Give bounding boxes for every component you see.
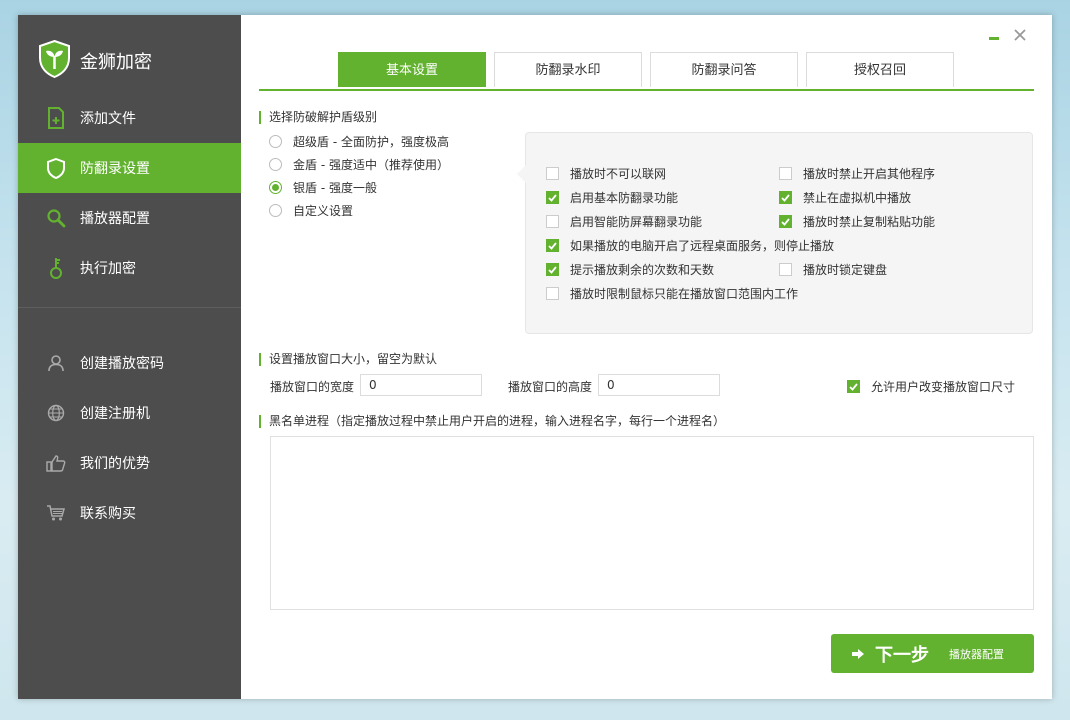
main-content: 基本设置 防翻录水印 防翻录问答 授权召回 选择防破解护盾级别 超级盾 - 全面…	[241, 15, 1052, 699]
add-file-icon	[45, 107, 67, 129]
search-icon	[45, 207, 67, 229]
close-button[interactable]	[1012, 27, 1028, 43]
radio-gold-shield[interactable]: 金盾 - 强度适中（推荐使用）	[269, 156, 449, 173]
checkbox-forbid-vm[interactable]: 禁止在虚拟机中播放	[779, 189, 911, 206]
sidebar-item-anti-record-settings[interactable]: 防翻录设置	[18, 143, 241, 193]
protection-options-panel: 播放时不可以联网 播放时禁止开启其他程序 启用基本防翻录功能 禁止在虚拟机中播放…	[517, 132, 1033, 334]
sidebar-item-label: 执行加密	[80, 261, 136, 277]
checkbox-smart-anti-screen[interactable]: 启用智能防屏幕翻录功能	[546, 213, 702, 230]
sidebar-item-label: 联系购买	[80, 506, 136, 522]
tab-license-recall[interactable]: 授权召回	[806, 52, 954, 87]
shield-section-title: 选择防破解护盾级别	[259, 111, 377, 124]
sidebar-item-label: 我们的优势	[80, 456, 150, 472]
checkbox-show-remaining[interactable]: 提示播放剩余的次数和天数	[546, 261, 714, 278]
checkbox-label: 如果播放的电脑开启了远程桌面服务，则停止播放	[570, 239, 835, 253]
checkbox-label: 播放时禁止复制粘贴功能	[803, 215, 936, 229]
sidebar-item-add-file[interactable]: 添加文件	[18, 93, 241, 143]
radio-label: 超级盾 - 全面防护，强度极高	[293, 135, 449, 149]
sidebar-item-label: 创建播放密码	[80, 356, 164, 372]
sidebar-item-encrypt[interactable]: 执行加密	[18, 243, 241, 293]
cart-icon	[45, 502, 67, 524]
checkbox-label: 提示播放剩余的次数和天数	[570, 263, 715, 277]
tab-bar: 基本设置 防翻录水印 防翻录问答 授权召回	[259, 52, 1034, 91]
checkbox-limit-mouse[interactable]: 播放时限制鼠标只能在播放窗口范围内工作	[546, 285, 798, 302]
radio-label: 银盾 - 强度一般	[293, 181, 377, 195]
radio-label: 自定义设置	[293, 204, 354, 218]
blacklist-section-title: 黑名单进程（指定播放过程中禁止用户开启的进程，输入进程名字，每行一个进程名）	[259, 415, 725, 428]
sidebar-item-label: 创建注册机	[80, 406, 150, 422]
width-input[interactable]	[360, 374, 482, 396]
checkmark-icon	[546, 263, 559, 276]
window-size-section-title: 设置播放窗口大小，留空为默认	[259, 353, 437, 366]
checkbox-box	[779, 263, 792, 276]
checkbox-forbid-copy-paste[interactable]: 播放时禁止复制粘贴功能	[779, 213, 935, 230]
radio-custom[interactable]: 自定义设置	[269, 202, 353, 219]
blacklist-textarea[interactable]	[270, 436, 1034, 610]
width-label: 播放窗口的宽度	[270, 380, 355, 394]
checkbox-box	[779, 167, 792, 180]
radio-dot	[272, 184, 279, 191]
radio-label: 金盾 - 强度适中（推荐使用）	[293, 158, 449, 172]
height-label: 播放窗口的高度	[508, 380, 593, 394]
minimize-button[interactable]	[986, 27, 1002, 43]
sidebar-item-create-play-password[interactable]: 创建播放密码	[18, 338, 241, 388]
checkbox-lock-keyboard[interactable]: 播放时锁定键盘	[779, 261, 887, 278]
checkbox-forbid-other-programs[interactable]: 播放时禁止开启其他程序	[779, 165, 935, 182]
radio-silver-shield[interactable]: 银盾 - 强度一般	[269, 179, 377, 196]
sidebar-item-label: 添加文件	[80, 111, 136, 127]
shield-logo-icon	[38, 39, 71, 81]
checkbox-box	[546, 215, 559, 228]
tab-qa[interactable]: 防翻录问答	[650, 52, 798, 87]
radio-super-shield[interactable]: 超级盾 - 全面防护，强度极高	[269, 133, 449, 150]
key-icon	[45, 257, 67, 279]
checkbox-no-network[interactable]: 播放时不可以联网	[546, 165, 666, 182]
sidebar: 金狮加密 添加文件 防翻录设置 播放器配置 执行加密 创建播放密码 创建注册机 …	[18, 15, 241, 699]
checkbox-label: 启用基本防翻录功能	[570, 191, 679, 205]
height-input[interactable]	[598, 374, 720, 396]
radio-circle-selected	[269, 181, 282, 194]
sidebar-item-contact-purchase[interactable]: 联系购买	[18, 488, 241, 538]
sidebar-item-label: 播放器配置	[80, 211, 150, 227]
checkmark-icon	[779, 191, 792, 204]
app-window: 金狮加密 添加文件 防翻录设置 播放器配置 执行加密 创建播放密码 创建注册机 …	[18, 15, 1052, 699]
checkmark-icon	[779, 215, 792, 228]
user-icon	[45, 352, 67, 374]
checkbox-label: 播放时锁定键盘	[803, 263, 888, 277]
next-button-sublabel: 播放器配置	[949, 647, 1004, 661]
checkbox-label: 播放时禁止开启其他程序	[803, 167, 936, 181]
tab-watermark[interactable]: 防翻录水印	[494, 52, 642, 87]
next-button-label: 下一步	[875, 644, 929, 666]
tab-basic-settings[interactable]: 基本设置	[338, 52, 486, 87]
checkbox-label: 允许用户改变播放窗口尺寸	[871, 380, 1016, 394]
checkbox-stop-on-remote-desktop[interactable]: 如果播放的电脑开启了远程桌面服务，则停止播放	[546, 237, 834, 254]
app-logo: 金狮加密	[38, 39, 152, 81]
checkbox-label: 播放时限制鼠标只能在播放窗口范围内工作	[570, 287, 799, 301]
thumbs-up-icon	[45, 452, 67, 474]
sidebar-divider	[18, 307, 241, 308]
checkbox-allow-resize[interactable]: 允许用户改变播放窗口尺寸	[847, 378, 1015, 395]
sidebar-item-our-advantages[interactable]: 我们的优势	[18, 438, 241, 488]
checkbox-label: 启用智能防屏幕翻录功能	[570, 215, 703, 229]
radio-circle	[269, 158, 282, 171]
sidebar-item-label: 防翻录设置	[80, 161, 150, 177]
checkbox-label: 禁止在虚拟机中播放	[803, 191, 912, 205]
checkbox-box	[546, 167, 559, 180]
radio-circle	[269, 204, 282, 217]
radio-circle	[269, 135, 282, 148]
checkbox-box	[546, 287, 559, 300]
shield-icon	[45, 157, 67, 179]
checkmark-icon	[546, 239, 559, 252]
sidebar-item-player-config[interactable]: 播放器配置	[18, 193, 241, 243]
globe-icon	[45, 402, 67, 424]
checkbox-label: 播放时不可以联网	[570, 167, 667, 181]
sidebar-item-create-keygen[interactable]: 创建注册机	[18, 388, 241, 438]
arrow-right-icon	[851, 648, 865, 660]
checkmark-icon	[546, 191, 559, 204]
app-title: 金狮加密	[80, 51, 152, 73]
checkmark-icon	[847, 380, 860, 393]
next-button[interactable]: 下一步 播放器配置	[831, 634, 1034, 673]
checkbox-basic-anti-record[interactable]: 启用基本防翻录功能	[546, 189, 678, 206]
